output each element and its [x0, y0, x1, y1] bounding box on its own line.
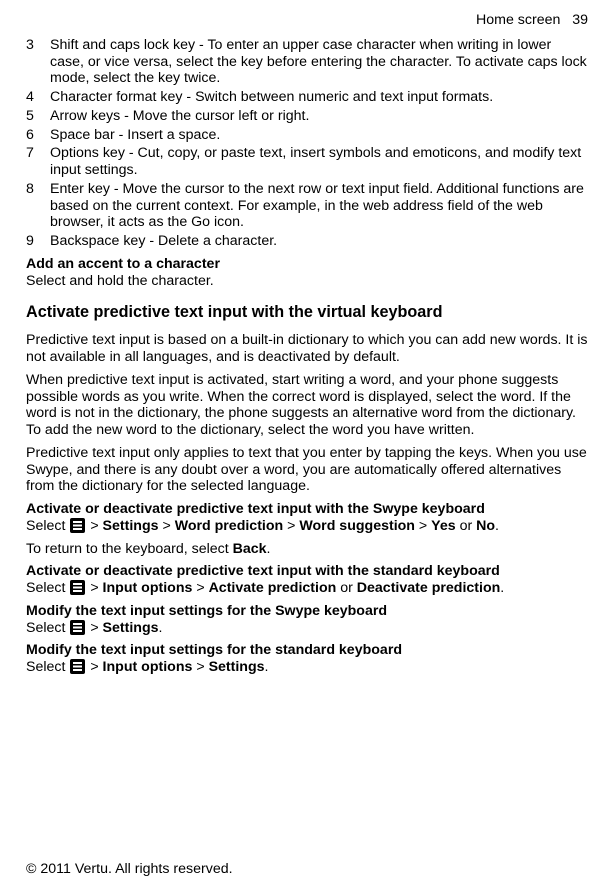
list-item: 6 Space bar - Insert a space.	[26, 127, 588, 144]
select-label: Select	[26, 580, 69, 596]
sep: >	[283, 518, 299, 534]
swype-return-line: To return to the keyboard, select Back.	[26, 541, 588, 558]
path-input-options: Input options	[103, 580, 193, 596]
sep: >	[86, 580, 102, 596]
item-number: 7	[26, 145, 50, 179]
swype-predict-path: Select > Settings > Word prediction > Wo…	[26, 518, 588, 535]
list-item: 7 Options key - Cut, copy, or paste text…	[26, 145, 588, 179]
path-settings: Settings	[103, 620, 159, 636]
std-settings-block: Modify the text input settings for the s…	[26, 642, 588, 676]
path-input-options: Input options	[103, 659, 193, 675]
item-text: Character format key - Switch between nu…	[50, 89, 588, 106]
select-label: Select	[26, 518, 69, 534]
path-settings: Settings	[209, 659, 265, 675]
swype-settings-path: Select > Settings.	[26, 620, 588, 637]
list-item: 5 Arrow keys - Move the cursor left or r…	[26, 108, 588, 125]
period: .	[495, 518, 499, 534]
path-settings: Settings	[103, 518, 159, 534]
swype-predict-heading: Activate or deactivate predictive text i…	[26, 501, 588, 518]
sep: >	[159, 518, 175, 534]
accent-body: Select and hold the character.	[26, 273, 588, 290]
period: .	[265, 659, 269, 675]
item-text: Arrow keys - Move the cursor left or rig…	[50, 108, 588, 125]
sep: >	[86, 518, 102, 534]
item-text: Options key - Cut, copy, or paste text, …	[50, 145, 588, 179]
path-word-suggestion: Word suggestion	[299, 518, 415, 534]
std-settings-heading: Modify the text input settings for the s…	[26, 642, 588, 659]
predictive-p2: When predictive text input is activated,…	[26, 372, 588, 439]
header-page-number: 39	[572, 12, 588, 28]
period: .	[159, 620, 163, 636]
std-settings-path: Select > Input options > Settings.	[26, 659, 588, 676]
swype-settings-heading: Modify the text input settings for the S…	[26, 603, 588, 620]
menu-icon	[70, 518, 85, 533]
menu-icon	[70, 659, 85, 674]
sep: >	[86, 620, 102, 636]
item-text: Shift and caps lock key - To enter an up…	[50, 37, 588, 87]
list-item: 9 Backspace key - Delete a character.	[26, 233, 588, 250]
return-pre: To return to the keyboard, select	[26, 541, 233, 557]
path-yes: Yes	[431, 518, 455, 534]
predictive-p3: Predictive text input only applies to te…	[26, 445, 588, 495]
list-item: 3 Shift and caps lock key - To enter an …	[26, 37, 588, 87]
std-predict-heading: Activate or deactivate predictive text i…	[26, 563, 588, 580]
page-header: Home screen 39	[26, 12, 588, 29]
numbered-list: 3 Shift and caps lock key - To enter an …	[26, 37, 588, 250]
swype-predict-block: Activate or deactivate predictive text i…	[26, 501, 588, 535]
path-deactivate: Deactivate prediction	[357, 580, 501, 596]
accent-block: Add an accent to a character Select and …	[26, 256, 588, 290]
period: .	[500, 580, 504, 596]
sep: >	[415, 518, 431, 534]
accent-heading: Add an accent to a character	[26, 256, 588, 273]
page-footer: © 2011 Vertu. All rights reserved.	[26, 861, 588, 878]
item-text: Enter key - Move the cursor to the next …	[50, 181, 588, 231]
sep: >	[192, 580, 208, 596]
header-section: Home screen	[476, 12, 560, 28]
std-predict-block: Activate or deactivate predictive text i…	[26, 563, 588, 597]
or-label: or	[336, 580, 357, 596]
predictive-p1: Predictive text input is based on a buil…	[26, 332, 588, 366]
list-item: 4 Character format key - Switch between …	[26, 89, 588, 106]
back-label: Back	[233, 541, 267, 557]
swype-settings-block: Modify the text input settings for the S…	[26, 603, 588, 637]
sep: >	[86, 659, 102, 675]
path-no: No	[476, 518, 495, 534]
item-number: 9	[26, 233, 50, 250]
select-label: Select	[26, 659, 69, 675]
menu-icon	[70, 580, 85, 595]
item-number: 3	[26, 37, 50, 87]
predictive-heading: Activate predictive text input with the …	[26, 303, 588, 322]
item-number: 6	[26, 127, 50, 144]
or-label: or	[456, 518, 477, 534]
list-item: 8 Enter key - Move the cursor to the nex…	[26, 181, 588, 231]
path-activate: Activate prediction	[209, 580, 337, 596]
item-number: 5	[26, 108, 50, 125]
menu-icon	[70, 620, 85, 635]
return-post: .	[267, 541, 271, 557]
item-text: Space bar - Insert a space.	[50, 127, 588, 144]
select-label: Select	[26, 620, 69, 636]
item-text: Backspace key - Delete a character.	[50, 233, 588, 250]
path-word-prediction: Word prediction	[175, 518, 284, 534]
sep: >	[192, 659, 208, 675]
item-number: 8	[26, 181, 50, 231]
item-number: 4	[26, 89, 50, 106]
std-predict-path: Select > Input options > Activate predic…	[26, 580, 588, 597]
